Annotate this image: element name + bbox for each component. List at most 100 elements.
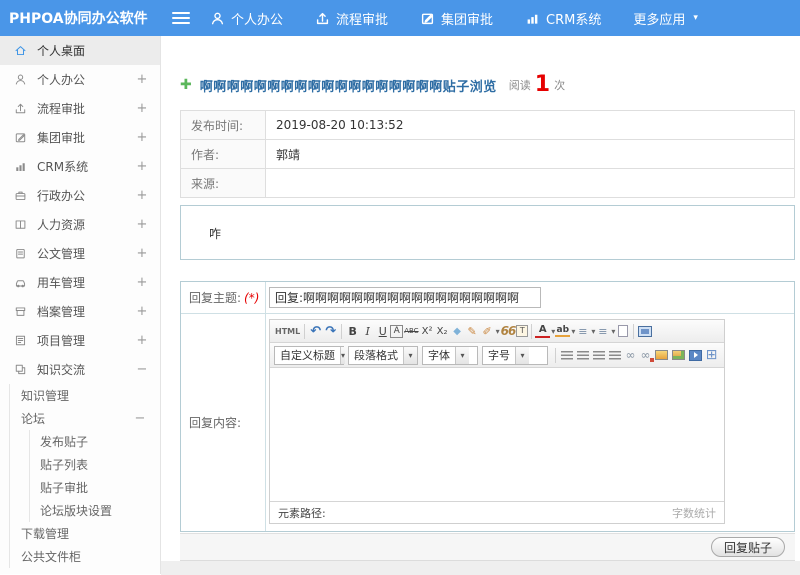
ordered-list-button[interactable]: ≡ [575, 322, 590, 340]
align-center-icon[interactable] [577, 350, 589, 360]
blockquote-button[interactable]: 66 [500, 322, 517, 340]
sidebar-item-vehicle-mgmt[interactable]: 用车管理 + [0, 268, 160, 297]
html-source-button[interactable]: HTML [274, 322, 301, 340]
hamburger-menu-icon[interactable] [172, 12, 190, 24]
strikethrough-button[interactable]: ABC [403, 322, 419, 340]
table-row: 发布时间: 2019-08-20 10:13:52 [180, 110, 795, 140]
required-mark: (*) [244, 290, 260, 305]
sidebar-item-post-approval[interactable]: 贴子审批 [30, 476, 160, 499]
topnav-label: CRM系统 [546, 12, 602, 28]
author-label: 作者: [180, 139, 266, 169]
caret-down-icon: ▾ [693, 13, 698, 23]
sidebar-item-personal-office[interactable]: 个人办公 + [0, 65, 160, 94]
topnav-crm[interactable]: CRM系统 [525, 9, 601, 28]
new-document-icon[interactable] [617, 325, 628, 337]
sidebar-item-crm[interactable]: CRM系统 + [0, 152, 160, 181]
font-family-select[interactable]: 字体 ▾ [422, 345, 478, 365]
superscript-button[interactable]: X² [420, 322, 435, 340]
top-navigation: 个人办公 流程审批 集团审批 CRM系统 更多应用 ▾ [210, 9, 730, 28]
sidebar-item-admin-office[interactable]: 行政办公 + [0, 181, 160, 210]
collapse-toggle[interactable]: − [134, 411, 146, 426]
sidebar-item-hr[interactable]: 人力资源 + [0, 210, 160, 239]
highlight-color-button[interactable]: ab [555, 325, 571, 337]
reply-subject-input[interactable] [269, 287, 541, 308]
sidebar-item-group-approval[interactable]: 集团审批 + [0, 123, 160, 152]
read-label: 阅读 [508, 79, 531, 92]
link-icon[interactable]: ∞ [623, 346, 638, 364]
car-icon [13, 275, 28, 290]
knowledge-icon [13, 362, 28, 377]
topnav-personal-office[interactable]: 个人办公 [210, 9, 283, 28]
insert-scene-image-icon[interactable] [672, 350, 685, 360]
read-count: 1 [534, 72, 551, 97]
sidebar-item-knowledge-exchange[interactable]: 知识交流 − [0, 355, 160, 384]
expand-toggle[interactable]: + [136, 246, 148, 261]
expand-toggle[interactable]: + [136, 188, 148, 203]
sidebar-item-knowledge-mgmt[interactable]: 知识管理 [10, 384, 160, 407]
remove-format-icon[interactable]: ◆ [450, 322, 465, 340]
custom-title-select[interactable]: 自定义标题 ▾ [274, 345, 346, 365]
sidebar-item-project-mgmt[interactable]: 项目管理 + [0, 326, 160, 355]
expand-toggle[interactable]: + [136, 101, 148, 116]
font-border-button[interactable]: A [390, 324, 404, 338]
format-brush-icon[interactable]: ✎ [465, 322, 480, 340]
main-content: ✚ 啊啊啊啊啊啊啊啊啊啊啊啊啊啊啊啊啊啊贴子浏览 阅读 1 次 发布时间: 20… [161, 36, 800, 575]
app-logo[interactable]: PHPOA协同办公软件 [0, 8, 160, 28]
expand-toggle[interactable]: + [136, 275, 148, 290]
editor-content-area[interactable] [270, 368, 724, 501]
post-info-table: 发布时间: 2019-08-20 10:13:52 作者: 郭靖 来源: [180, 110, 795, 198]
insert-image-icon[interactable] [655, 350, 668, 360]
align-justify-icon[interactable] [609, 350, 621, 360]
reply-submit-button[interactable]: 回复贴子 [710, 537, 785, 557]
unordered-list-button[interactable]: ≡ [595, 322, 610, 340]
expand-toggle[interactable]: + [136, 159, 148, 174]
flow-approve-icon [13, 101, 28, 116]
redo-icon[interactable]: ↷ [323, 322, 338, 340]
editor-toolbar-row2: 自定义标题 ▾ 段落格式 ▾ 字体 ▾ 字号 ▾ ∞ ∞ ⊞ [270, 343, 724, 368]
align-left-icon[interactable] [561, 350, 573, 360]
sidebar-item-desktop[interactable]: 个人桌面 [0, 36, 160, 65]
font-size-select[interactable]: 字号 ▾ [482, 345, 548, 365]
sidebar-item-post-create[interactable]: 发布贴子 [30, 430, 160, 453]
sidebar-item-flow-approval[interactable]: 流程审批 + [0, 94, 160, 123]
insert-table-icon[interactable]: ⊞ [704, 346, 719, 364]
topnav-more-apps[interactable]: 更多应用 ▾ [633, 9, 698, 28]
editor-status-bar: 元素路径: 字数统计 [270, 501, 724, 523]
rich-text-editor: HTML ↶ ↷ B I U A ABC X² X₂ ◆ ✎ ✐ ▾ 66 T … [269, 319, 725, 524]
align-right-icon[interactable] [593, 350, 605, 360]
fullscreen-icon[interactable] [638, 325, 653, 337]
expand-toggle[interactable]: + [136, 304, 148, 319]
sidebar-item-download-mgmt[interactable]: 下载管理 [10, 522, 160, 545]
sidebar-item-post-list[interactable]: 贴子列表 [30, 453, 160, 476]
anchor-icon[interactable]: ∞ [638, 346, 654, 364]
collapse-toggle[interactable]: − [136, 362, 148, 377]
undo-icon[interactable]: ↶ [308, 322, 323, 340]
italic-button[interactable]: I [360, 322, 375, 340]
underline-button[interactable]: U [375, 322, 390, 340]
reply-form: 回复主题: (*) 回复内容: HTML [180, 281, 795, 532]
sidebar: 个人桌面 个人办公 + 流程审批 + 集团审批 + CRM系统 + 行政办公 + [0, 36, 161, 574]
paste-plain-button[interactable]: T [516, 325, 529, 337]
sidebar-item-archive-mgmt[interactable]: 档案管理 + [0, 297, 160, 326]
sidebar-item-forum-settings[interactable]: 论坛版块设置 [30, 499, 160, 522]
sidebar-item-document-mgmt[interactable]: 公文管理 + [0, 239, 160, 268]
subscript-button[interactable]: X₂ [435, 322, 450, 340]
auto-typeset-icon[interactable]: ✐ [480, 322, 495, 340]
insert-video-icon[interactable] [689, 349, 702, 361]
word-count-label[interactable]: 字数统计 [672, 505, 716, 521]
archive-icon [13, 304, 28, 319]
topnav-group-approval[interactable]: 集团审批 [420, 9, 493, 28]
table-row: 作者: 郭靖 [180, 139, 795, 169]
publish-time-value: 2019-08-20 10:13:52 [265, 110, 795, 140]
topnav-flow-approval[interactable]: 流程审批 [315, 9, 388, 28]
expand-toggle[interactable]: + [136, 333, 148, 348]
expand-toggle[interactable]: + [136, 130, 148, 145]
expand-toggle[interactable]: + [136, 72, 148, 87]
bold-button[interactable]: B [345, 322, 360, 340]
paragraph-format-select[interactable]: 段落格式 ▾ [348, 345, 418, 365]
reply-subject-row: 回复主题: (*) [181, 282, 794, 313]
expand-toggle[interactable]: + [136, 217, 148, 232]
font-color-button[interactable]: A [535, 325, 551, 338]
sidebar-item-forum[interactable]: 论坛 − [10, 407, 160, 430]
sidebar-item-public-cabinet[interactable]: 公共文件柜 [10, 545, 160, 568]
